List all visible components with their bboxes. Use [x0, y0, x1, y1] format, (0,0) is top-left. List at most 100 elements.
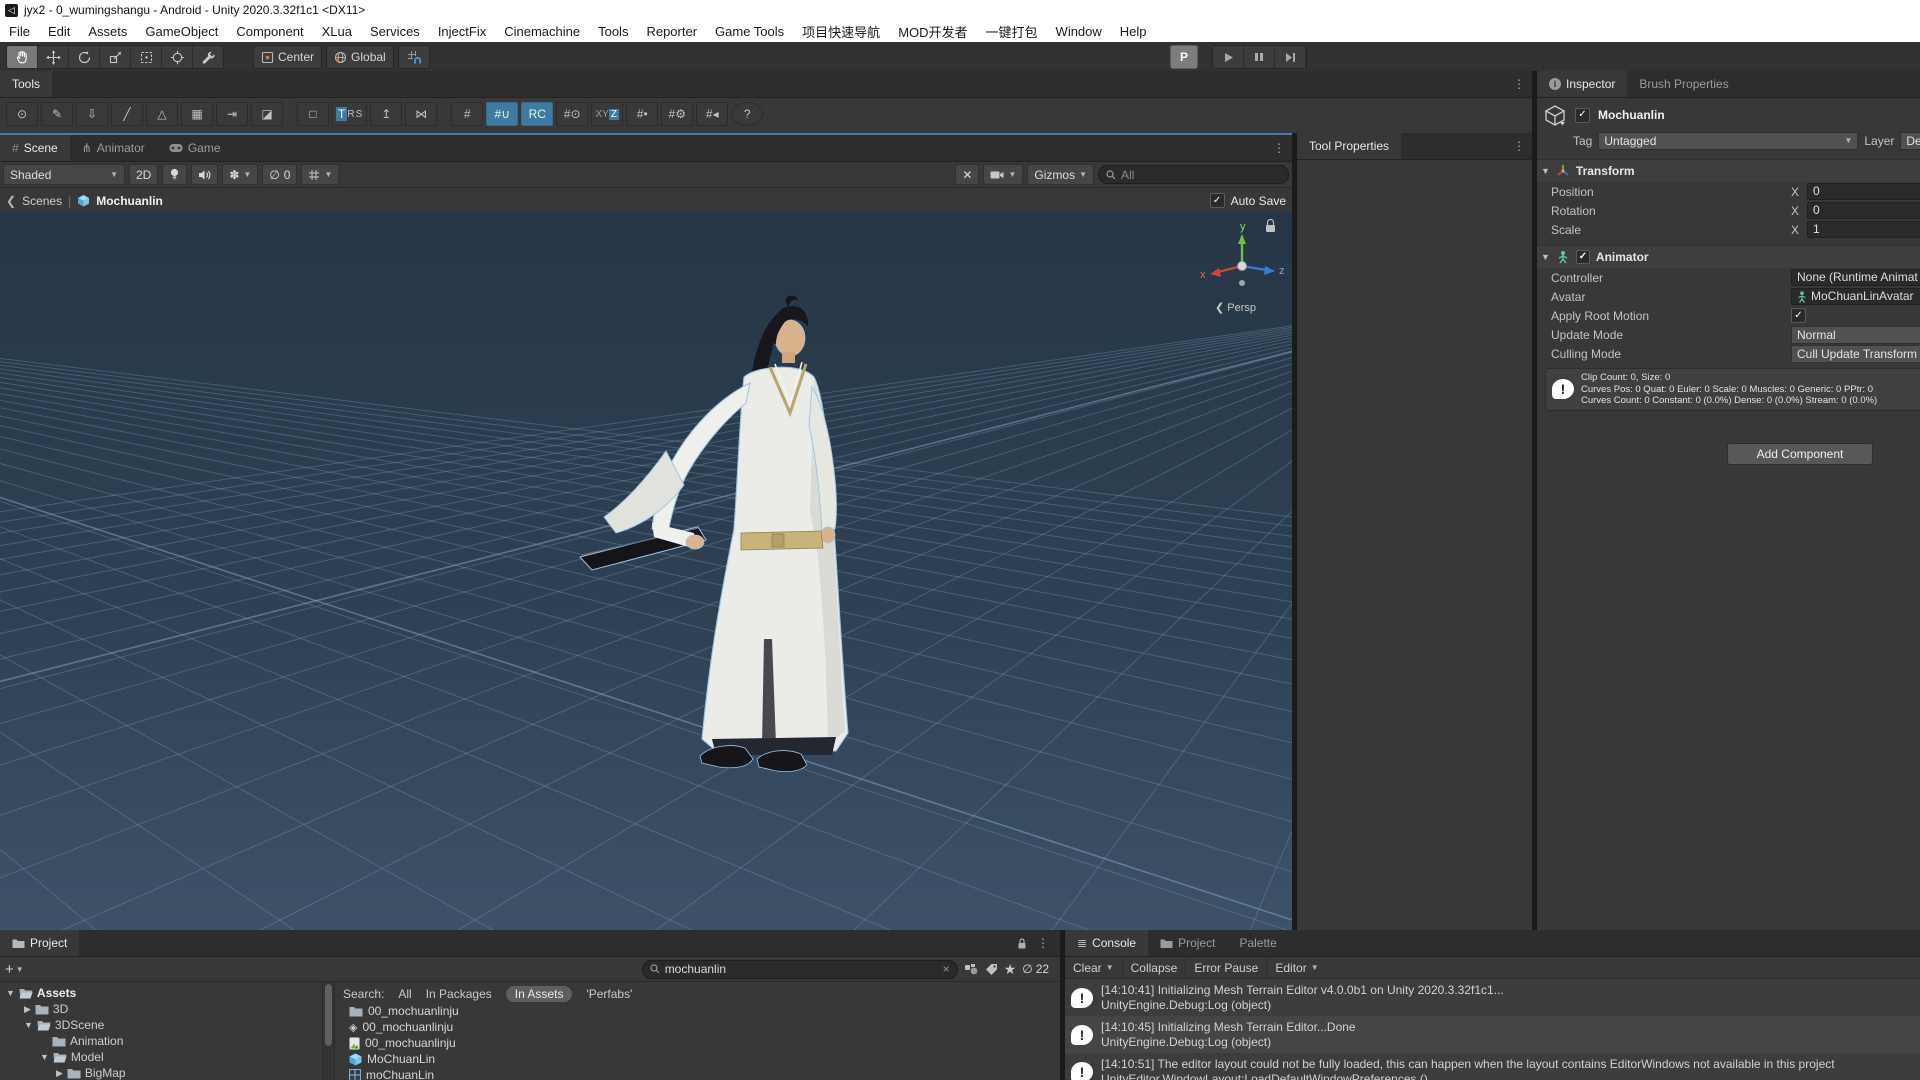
scale-x-field[interactable]: 1: [1807, 221, 1920, 238]
menu-item-one-key-build[interactable]: 一键打包: [977, 22, 1047, 41]
tree-item-bigmap[interactable]: ▶ BigMap: [0, 1065, 322, 1080]
hidden-count-toggle[interactable]: ∅ 22: [1022, 962, 1049, 976]
tree-item-model[interactable]: ▼ Model: [0, 1049, 322, 1065]
draw-mode-dropdown[interactable]: Shaded▼: [3, 164, 125, 185]
menu-item-injectfix[interactable]: InjectFix: [429, 24, 495, 39]
scope-all[interactable]: All: [398, 987, 411, 1001]
scope-in-assets[interactable]: In Assets: [506, 986, 573, 1002]
tab-palette[interactable]: Palette: [1227, 930, 1288, 956]
scope-in-packages[interactable]: In Packages: [426, 987, 492, 1001]
lighting-toggle-button[interactable]: [162, 164, 187, 185]
grid-lock-button[interactable]: #•: [626, 102, 658, 126]
tree-scrollbar[interactable]: [322, 982, 334, 1080]
p-mode-button[interactable]: P: [1170, 45, 1198, 69]
grid-toggle-button[interactable]: #: [451, 102, 483, 126]
scene-viewport[interactable]: y x z ❮ Persp: [0, 211, 1292, 930]
mirror-tool-button[interactable]: ⋈: [405, 102, 437, 126]
lock-icon[interactable]: [1016, 937, 1028, 950]
tag-dropdown[interactable]: Untagged▼: [1598, 132, 1858, 150]
raise-tool-button[interactable]: ↥: [370, 102, 402, 126]
tab-brush-properties[interactable]: Brush Properties: [1627, 71, 1740, 97]
breadcrumb-root[interactable]: Scenes: [22, 194, 62, 208]
grid-visibility-button[interactable]: #⊙: [556, 102, 588, 126]
transform-component-header[interactable]: ▼ Transform: [1537, 159, 1920, 182]
grid-magnet-button[interactable]: #∪: [486, 102, 518, 126]
line-tool-button[interactable]: ╱: [111, 102, 143, 126]
scope-perfabs[interactable]: 'Perfabs': [586, 987, 632, 1001]
clear-button[interactable]: Clear▼: [1065, 957, 1123, 978]
create-asset-button[interactable]: + ▼: [5, 961, 24, 978]
menu-item-file[interactable]: File: [0, 24, 39, 39]
tab-console-project[interactable]: Project: [1148, 930, 1227, 956]
search-by-label-icon[interactable]: [985, 963, 998, 976]
tab-tool-properties[interactable]: Tool Properties: [1297, 133, 1401, 159]
tab-inspector[interactable]: i Inspector: [1537, 71, 1627, 97]
apply-root-motion-checkbox[interactable]: ✓: [1791, 308, 1806, 323]
tab-game[interactable]: Game: [157, 135, 233, 161]
transform-tool-button[interactable]: [162, 46, 193, 68]
handle-rotation-button[interactable]: Global: [326, 45, 394, 69]
rotate-tool-button[interactable]: [69, 46, 100, 68]
kebab-menu-icon[interactable]: ⋮: [1030, 936, 1056, 950]
menu-item-assets[interactable]: Assets: [79, 24, 136, 39]
favorites-star-icon[interactable]: ★: [1004, 961, 1017, 978]
scale-tool-button[interactable]: [100, 46, 131, 68]
log-entry[interactable]: ! [14:10:41] Initializing Mesh Terrain E…: [1065, 979, 1920, 1016]
collapse-button[interactable]: Collapse: [1123, 957, 1187, 978]
rotation-x-field[interactable]: 0: [1807, 202, 1920, 219]
custom-editor-tool-button[interactable]: [193, 46, 223, 68]
audio-toggle-button[interactable]: [191, 164, 218, 185]
foldout-arrow-icon[interactable]: ▼: [1541, 252, 1550, 262]
layer-dropdown[interactable]: Default: [1900, 132, 1920, 150]
search-by-type-icon[interactable]: [964, 963, 979, 976]
avatar-object-field[interactable]: MoChuanLinAvatar: [1791, 288, 1920, 305]
press-tool-button[interactable]: ⇩: [76, 102, 108, 126]
effects-dropdown[interactable]: ✽▼: [222, 164, 258, 185]
log-entry[interactable]: ! [14:10:45] Initializing Mesh Terrain E…: [1065, 1016, 1920, 1053]
tab-scene[interactable]: # Scene: [0, 135, 70, 161]
foldout-arrow-icon[interactable]: ▼: [1541, 166, 1550, 176]
hidden-objects-button[interactable]: ∅ 0: [262, 164, 297, 185]
tree-item-animation[interactable]: Animation: [0, 1033, 322, 1049]
menu-item-help[interactable]: Help: [1111, 24, 1156, 39]
menu-item-component[interactable]: Component: [227, 24, 312, 39]
auto-save-checkbox[interactable]: ✓: [1210, 193, 1225, 208]
menu-item-edit[interactable]: Edit: [39, 24, 79, 39]
menu-item-project-nav[interactable]: 项目快速导航: [793, 22, 889, 41]
play-button[interactable]: [1213, 46, 1244, 68]
menu-item-cinemachine[interactable]: Cinemachine: [495, 24, 589, 39]
rect-tool-button[interactable]: [131, 46, 162, 68]
tab-console[interactable]: ≣ Console: [1065, 930, 1148, 956]
error-pause-button[interactable]: Error Pause: [1186, 957, 1267, 978]
export-tool-button[interactable]: ⇥: [216, 102, 248, 126]
grid-extra-button[interactable]: #◂: [696, 102, 728, 126]
gizmos-dropdown[interactable]: Gizmos▼: [1027, 164, 1094, 185]
place-tool-button[interactable]: ⊙: [6, 102, 38, 126]
step-button[interactable]: [1275, 46, 1306, 68]
y-axis-cone[interactable]: [1238, 234, 1246, 244]
tree-item-3dscene[interactable]: ▼ 3DScene: [0, 1017, 322, 1033]
z-axis-cone[interactable]: [1264, 266, 1275, 275]
tab-project[interactable]: Project: [0, 930, 79, 956]
clear-search-icon[interactable]: ×: [943, 962, 950, 976]
update-mode-dropdown[interactable]: Normal: [1791, 326, 1920, 344]
file-row-lighting[interactable]: 00_mochuanlinju: [335, 1035, 1060, 1051]
active-checkbox[interactable]: ✓: [1575, 108, 1590, 123]
grid-snapping-button[interactable]: [398, 45, 430, 69]
project-search-input[interactable]: mochuanlin ×: [642, 960, 958, 979]
orientation-gizmo[interactable]: y x z ❮ Persp: [1200, 221, 1285, 314]
menu-item-game-tools[interactable]: Game Tools: [706, 24, 793, 39]
trs-toggle-button[interactable]: TRS: [332, 102, 367, 126]
kebab-menu-icon[interactable]: ⋮: [1266, 135, 1292, 161]
move-tool-button[interactable]: [38, 46, 69, 68]
menu-item-xlua[interactable]: XLua: [313, 24, 361, 39]
menu-item-window[interactable]: Window: [1047, 24, 1111, 39]
file-row-prefab[interactable]: MoChuanLin: [335, 1051, 1060, 1067]
help-button[interactable]: ?: [731, 102, 763, 126]
editor-dropdown[interactable]: Editor▼: [1267, 957, 1326, 978]
menu-item-reporter[interactable]: Reporter: [637, 24, 706, 39]
position-x-field[interactable]: 0: [1807, 183, 1920, 200]
xyz-axis-button[interactable]: XYZ: [591, 102, 623, 126]
file-row-mesh[interactable]: moChuanLin: [335, 1067, 1060, 1080]
file-row-scene[interactable]: ◈ 00_mochuanlinju: [335, 1019, 1060, 1035]
